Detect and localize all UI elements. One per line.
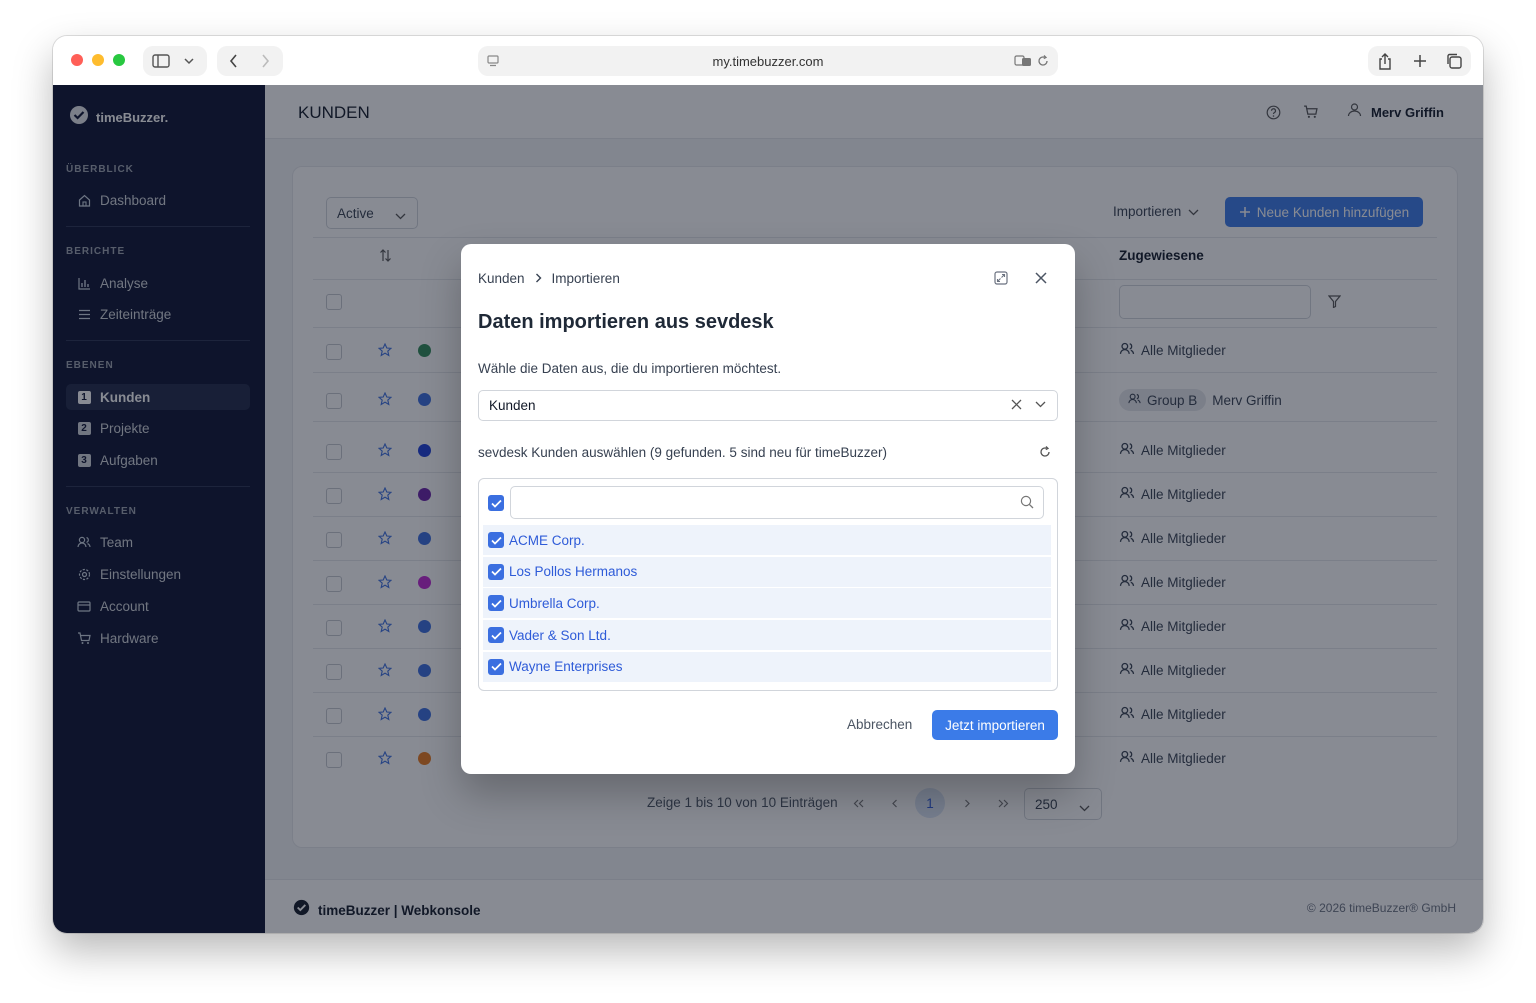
breadcrumb-current: Importieren (551, 271, 620, 286)
browser-window: my.timebuzzer.com timeBuzz (53, 36, 1483, 933)
url-text: my.timebuzzer.com (712, 54, 824, 69)
new-tab-icon[interactable] (1411, 52, 1429, 70)
clear-icon[interactable] (1011, 399, 1022, 410)
reload-icon[interactable] (1036, 54, 1050, 68)
customer-checkbox[interactable] (488, 532, 504, 548)
list-item[interactable]: Wayne Enterprises (483, 651, 1051, 682)
sidebar-toggle-button[interactable] (143, 46, 207, 76)
sidebar-icon (152, 53, 170, 69)
breadcrumb-root[interactable]: Kunden (478, 271, 525, 286)
customer-select-list: ACME Corp. Los Pollos Hermanos Umbrella Co… (478, 478, 1058, 691)
data-type-value: Kunden (489, 398, 536, 413)
list-item[interactable]: ACME Corp. (483, 525, 1051, 555)
customer-name: ACME Corp. (509, 532, 585, 548)
select-all-checkbox[interactable] (488, 495, 504, 511)
refresh-icon[interactable] (1037, 444, 1053, 460)
list-item[interactable]: Vader & Son Ltd. (483, 620, 1051, 651)
chevron-down-icon (182, 54, 196, 68)
list-item[interactable]: Los Pollos Hermanos (483, 556, 1051, 587)
customer-search-input[interactable] (510, 486, 1044, 519)
history-nav (217, 46, 283, 76)
forward-icon[interactable] (257, 53, 273, 69)
customer-checkbox[interactable] (488, 658, 504, 675)
list-caption: sevdesk Kunden auswählen (9 gefunden. 5 … (478, 445, 888, 460)
customer-checkbox[interactable] (488, 563, 504, 580)
expand-icon[interactable] (993, 270, 1009, 286)
back-icon[interactable] (225, 53, 241, 69)
chevron-down-icon (1035, 401, 1046, 408)
customer-checkbox[interactable] (488, 595, 504, 612)
modal-title: Daten importieren aus sevdesk (478, 311, 774, 333)
customer-name: Los Pollos Hermanos (509, 564, 638, 580)
customer-name: Wayne Enterprises (509, 659, 623, 675)
minimize-window-button[interactable] (92, 54, 104, 66)
browser-actions (1368, 46, 1471, 76)
browser-toolbar: my.timebuzzer.com (53, 36, 1483, 86)
customer-name: Umbrella Corp. (509, 595, 600, 611)
chevron-right-icon (535, 271, 542, 286)
close-icon[interactable] (1033, 270, 1049, 286)
search-icon (1020, 495, 1034, 509)
list-item[interactable]: Umbrella Corp. (483, 588, 1051, 619)
modal-instruction: Wähle die Daten aus, die du importieren … (478, 361, 782, 376)
customer-checkbox[interactable] (488, 627, 504, 644)
close-window-button[interactable] (71, 54, 83, 66)
tabs-overview-icon[interactable] (1445, 52, 1463, 70)
share-icon[interactable] (1376, 52, 1394, 70)
maximize-window-button[interactable] (113, 54, 125, 66)
import-modal: Kunden Importieren Daten importieren aus… (461, 244, 1075, 774)
breadcrumb: Kunden Importieren (478, 271, 620, 286)
import-now-button[interactable]: Jetzt importieren (932, 710, 1058, 740)
customer-name: Vader & Son Ltd. (509, 627, 611, 643)
translate-icon[interactable] (1013, 53, 1033, 69)
cancel-button[interactable]: Abbrechen (847, 717, 912, 732)
address-bar[interactable]: my.timebuzzer.com (478, 46, 1058, 76)
data-type-select[interactable]: Kunden (478, 390, 1058, 421)
